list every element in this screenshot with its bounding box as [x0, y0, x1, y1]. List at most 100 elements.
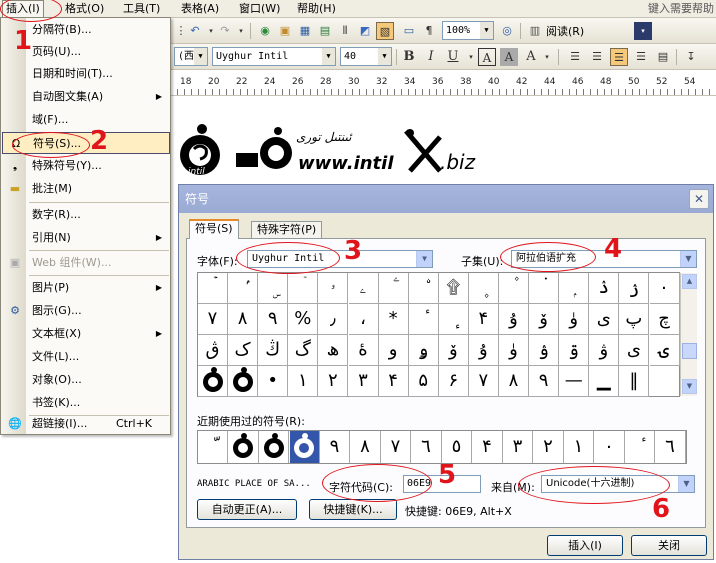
- recent-symbol[interactable]: ١: [564, 431, 594, 463]
- symbol-cell[interactable]: ٩: [529, 366, 560, 397]
- symbol-cell[interactable]: ھ: [318, 335, 349, 366]
- symbol-cell[interactable]: ۥ: [318, 273, 349, 304]
- symbol-cell[interactable]: —: [559, 366, 590, 397]
- symbol-cell[interactable]: ى: [589, 304, 620, 335]
- symbol-cell[interactable]: ۨ: [408, 273, 439, 304]
- show-hide-icon[interactable]: ¶: [420, 22, 438, 40]
- symbol-cell[interactable]: ٩: [258, 304, 289, 335]
- symbol-cell[interactable]: ٔ: [408, 304, 439, 335]
- menu-table[interactable]: 表格(A): [178, 1, 222, 17]
- symbol-cell[interactable]: ۪: [468, 273, 499, 304]
- recent-symbol-logo-icon[interactable]: [259, 431, 289, 463]
- scroll-up-icon[interactable]: ▲: [682, 274, 697, 289]
- insert-excel-icon[interactable]: ▤: [316, 22, 334, 40]
- font-size-select[interactable]: 40 ▼: [340, 47, 392, 66]
- bold-button[interactable]: B: [400, 48, 418, 66]
- menu-item-special-symbol[interactable]: ❟ 特殊符号(Y)...: [2, 155, 170, 177]
- reading-button[interactable]: 阅读(R): [546, 23, 584, 39]
- insert-button[interactable]: 插入(I): [547, 535, 623, 556]
- symbol-cell[interactable]: ۴: [468, 304, 499, 335]
- symbol-cell[interactable]: ٣: [348, 366, 379, 397]
- symbol-cell[interactable]: •: [258, 366, 289, 397]
- symbol-cell[interactable]: ٫: [318, 304, 349, 335]
- document-map-icon[interactable]: ▧: [376, 22, 394, 40]
- tab-symbols[interactable]: 符号(S): [189, 219, 239, 239]
- symbol-cell[interactable]: گ: [288, 335, 319, 366]
- menu-item-textbox[interactable]: 文本框(X) ▶: [2, 323, 170, 345]
- symbol-cell[interactable]: ٨: [499, 366, 529, 397]
- symbol-cell[interactable]: ▁: [589, 366, 620, 397]
- symbol-cell-logo-icon[interactable]: [198, 366, 228, 397]
- symbol-cell[interactable]: ۈ: [499, 335, 529, 366]
- menu-item-reference[interactable]: 引用(N) ▶: [2, 227, 170, 249]
- symbol-cell[interactable]: ۣ: [258, 273, 289, 304]
- symbol-cell[interactable]: ۫: [499, 273, 529, 304]
- symbol-cell[interactable]: %: [288, 304, 319, 335]
- symbol-cell[interactable]: ،: [348, 304, 379, 335]
- menu-item-number[interactable]: 数字(R)...: [2, 204, 170, 226]
- insert-table-icon[interactable]: ▦: [296, 22, 314, 40]
- recent-symbol[interactable]: ٧: [381, 431, 411, 463]
- menu-item-comment[interactable]: ▬ 批注(M): [2, 178, 170, 200]
- recent-symbol[interactable]: ّ: [198, 431, 228, 463]
- symbol-cell[interactable]: ۈ: [559, 304, 590, 335]
- symbol-cell[interactable]: ۩: [438, 273, 469, 304]
- symbol-cell[interactable]: ۢ: [228, 273, 259, 304]
- reading-layout-icon[interactable]: ▥: [526, 22, 544, 40]
- symbol-cell[interactable]: ۡ: [198, 273, 228, 304]
- italic-button[interactable]: I: [422, 48, 440, 66]
- symbol-cell[interactable]: ۇ: [499, 304, 529, 335]
- style-select[interactable]: (西) ▼: [174, 47, 208, 66]
- recent-symbol[interactable]: ۴: [473, 431, 503, 463]
- columns-icon[interactable]: ⫴: [336, 22, 354, 40]
- symbol-cell[interactable]: ۉ: [529, 335, 560, 366]
- shortcut-key-button[interactable]: 快捷键(K)...: [309, 499, 397, 520]
- line-spacing-icon[interactable]: ↧: [682, 48, 700, 66]
- symbol-cell[interactable]: چ: [649, 304, 680, 335]
- close-button[interactable]: 关闭: [631, 535, 707, 556]
- symbol-cell[interactable]: ۧ: [378, 273, 409, 304]
- menu-item-picture[interactable]: 图片(P) ▶: [2, 277, 170, 299]
- symbol-cell[interactable]: ۵: [408, 366, 439, 397]
- recent-symbol[interactable]: ٠: [595, 431, 625, 463]
- menu-item-diagram[interactable]: ⚙ 图示(G)...: [2, 300, 170, 322]
- menu-item-file[interactable]: 文件(L)...: [2, 346, 170, 368]
- symbol-cell[interactable]: ۭ: [559, 273, 590, 304]
- menu-item-field[interactable]: 域(F)...: [2, 109, 170, 131]
- symbol-cell[interactable]: ڭ: [258, 335, 289, 366]
- menu-item-date-time[interactable]: 日期和时间(T)...: [2, 63, 170, 85]
- recent-symbol[interactable]: ٩: [320, 431, 350, 463]
- menu-format[interactable]: 格式(O): [62, 1, 107, 17]
- distributed-icon[interactable]: ▤: [654, 48, 672, 66]
- symbol-cell[interactable]: ۶: [438, 366, 469, 397]
- symbol-cell[interactable]: ۰: [649, 273, 680, 304]
- symbol-cell[interactable]: ۬: [529, 273, 560, 304]
- help-icon[interactable]: ◎: [498, 22, 516, 40]
- align-left-icon[interactable]: ☰: [566, 48, 584, 66]
- symbol-cell[interactable]: ٨: [228, 304, 259, 335]
- symbol-cell[interactable]: ۴: [378, 366, 409, 397]
- recent-symbol[interactable]: ٔ: [625, 431, 655, 463]
- symbol-cell[interactable]: ‖: [619, 366, 650, 397]
- symbol-cell[interactable]: ڨ: [198, 335, 228, 366]
- char-scale-dropdown-icon[interactable]: ▾: [538, 48, 556, 66]
- char-border-button[interactable]: A: [478, 48, 496, 66]
- symbol-cell[interactable]: ۦ: [348, 273, 379, 304]
- symbol-cell[interactable]: ٕ: [438, 304, 469, 335]
- symbol-cell[interactable]: ۋ: [589, 335, 620, 366]
- justify-icon[interactable]: ☰: [588, 48, 606, 66]
- symbol-cell[interactable]: ۯ: [619, 273, 650, 304]
- font-name-select[interactable]: Uyghur Intil ▼: [212, 47, 336, 66]
- tab-special-characters[interactable]: 特殊字符(P): [251, 221, 323, 238]
- symbol-cell[interactable]: ۆ: [438, 335, 469, 366]
- symbol-cell[interactable]: *: [378, 304, 409, 335]
- tables-borders-icon[interactable]: ▣: [276, 22, 294, 40]
- menu-tools[interactable]: 工具(T): [120, 1, 163, 17]
- scroll-thumb[interactable]: [682, 343, 697, 359]
- symbol-grid-scrollbar[interactable]: ▲ ▼: [680, 273, 697, 396]
- symbol-cell[interactable]: ۮ: [589, 273, 620, 304]
- symbol-cell[interactable]: ۇ: [468, 335, 499, 366]
- underline-button[interactable]: U: [444, 48, 462, 66]
- recent-symbol[interactable]: ٦: [412, 431, 442, 463]
- symbol-cell[interactable]: ۊ: [559, 335, 590, 366]
